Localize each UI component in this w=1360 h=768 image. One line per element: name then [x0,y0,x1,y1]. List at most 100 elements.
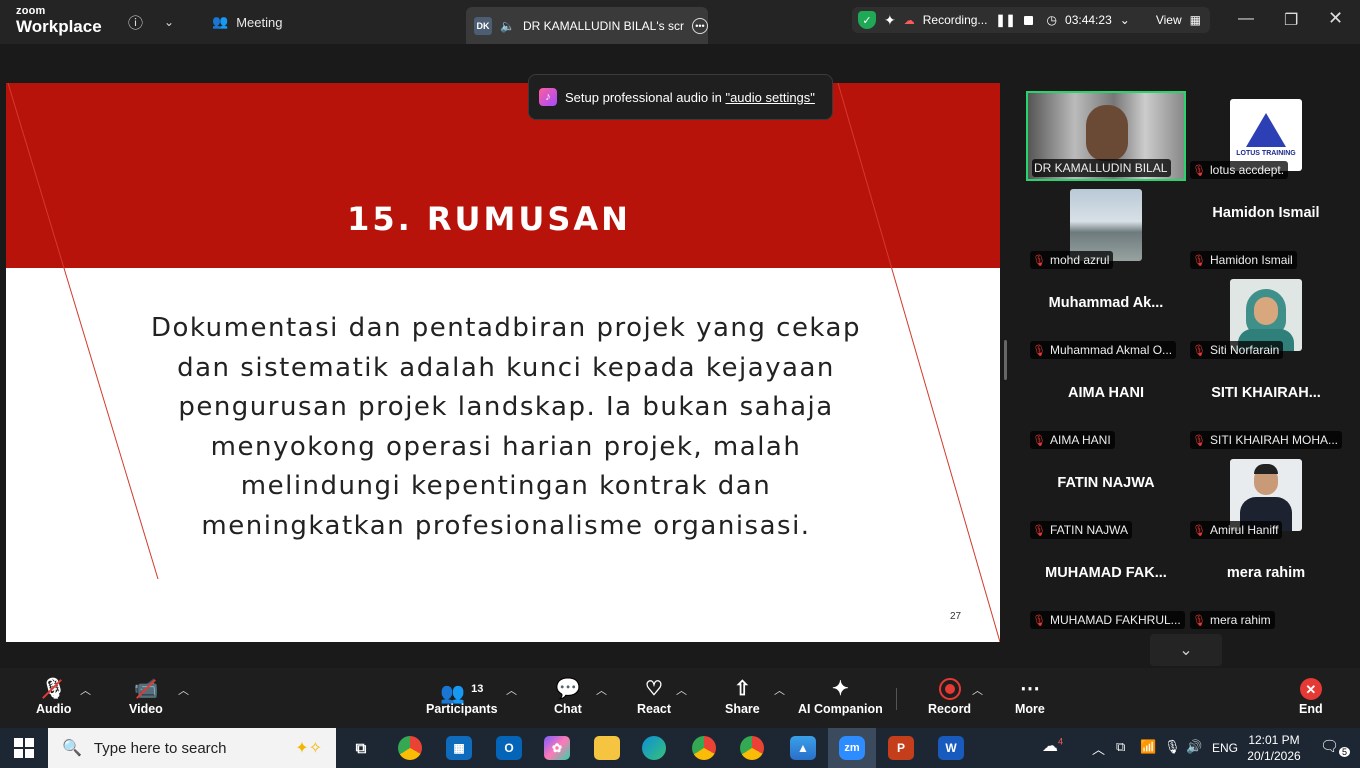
participant-tile[interactable]: MUHAMAD FAK... 🎙 MUHAMAD FAKHRUL... [1026,541,1186,631]
participant-label: 🎙 AIMA HANI [1030,431,1115,449]
end-meeting-icon: ✕ [1299,676,1322,702]
participant-tile[interactable]: 🎙 Siti Norfarain [1186,271,1346,361]
network-icon[interactable]: 📶 [1140,739,1156,755]
taskbar-search[interactable]: 🔍 Type here to search ✦✧ [48,728,336,768]
mic-muted-icon: 🎙 [1192,164,1206,177]
participants-button[interactable]: 👥 13 Participants [426,676,498,716]
cloud-record-icon: ☁ [903,14,915,27]
copilot-icon[interactable]: ✿ [544,736,570,760]
pause-recording-icon[interactable]: ❚❚ [995,13,1015,27]
chat-options-caret[interactable]: ︿ [596,682,607,698]
chrome-profile-icon[interactable] [692,736,716,760]
more-options-icon[interactable]: ••• [691,17,708,34]
participant-tile[interactable]: LOTUS TRAINING 🎙 lotus accdept. [1186,91,1346,181]
participant-label: 🎙 Siti Norfarain [1190,341,1284,359]
participant-label: 🎙 SITI KHAIRAH MOHA... [1190,431,1343,449]
ai-sparkle-icon[interactable]: ✦ [884,12,896,29]
video-options-caret[interactable]: ︿ [178,682,189,698]
input-language[interactable]: ENG [1212,741,1238,755]
ai-companion-button[interactable]: ✦ AI Companion [798,676,883,716]
participant-tile[interactable]: DR KAMALLUDIN BILAL [1026,91,1186,181]
weather-badge: 4 [1058,736,1064,747]
toast-text: Setup professional audio in [565,89,726,105]
mic-muted-icon: 🎙 [1032,254,1046,267]
view-button[interactable]: View [1156,13,1182,27]
microphone-icon[interactable]: 🎙 [1164,739,1181,755]
powerpoint-icon[interactable]: P [888,736,914,760]
end-button[interactable]: ✕ End [1299,676,1323,716]
share-button[interactable]: ⇧ Share [725,676,760,716]
audio-options-caret[interactable]: ︿ [80,682,91,698]
participant-tile[interactable]: Muhammad Ak... 🎙 Muhammad Akmal O... [1026,271,1186,361]
participants-options-caret[interactable]: ︿ [506,682,517,698]
mic-muted-icon: 🎙 [1192,434,1206,447]
file-explorer-icon[interactable] [594,736,620,760]
participants-label: Participants [426,702,498,716]
participant-tile[interactable]: 🎙 mohd azrul [1026,181,1186,271]
word-icon[interactable]: W [938,736,964,760]
react-button[interactable]: ♡ React [637,676,671,716]
chevron-down-icon: ⌄ [1179,642,1193,659]
heart-icon: ♡ [645,678,663,700]
show-hidden-icons-icon[interactable]: ︿ [1092,739,1105,758]
mic-muted-icon: 🎙 [1032,614,1046,627]
chevron-down-icon[interactable]: ⌄ [1120,13,1130,27]
chevron-down-icon[interactable]: ⌄ [164,15,174,29]
microsoft-store-icon[interactable]: ▦ [446,736,472,760]
more-button[interactable]: ⋯ More [1015,676,1045,716]
taskbar-clock[interactable]: 12:01 PM 20/1/2026 [1246,732,1302,764]
participant-tile[interactable]: FATIN NAJWA 🎙 FATIN NAJWA [1026,451,1186,541]
windows-start-icon[interactable] [14,738,34,758]
participant-tile[interactable]: AIMA HANI 🎙 AIMA HANI [1026,361,1186,451]
share-options-caret[interactable]: ︿ [774,682,785,698]
grid-view-icon[interactable]: ▦ [1190,13,1201,27]
chat-button[interactable]: 💬 Chat [554,676,582,716]
chrome-profile-icon[interactable] [740,736,764,760]
stop-recording-icon[interactable] [1023,15,1033,25]
notifications-icon[interactable]: 🗨 5 [1320,737,1351,757]
react-options-caret[interactable]: ︿ [676,682,687,698]
meeting-menu[interactable]: 👥 Meeting [212,14,282,30]
task-view-icon[interactable]: ⧉ [348,736,374,760]
video-button[interactable]: 📹 Video [129,676,163,716]
participant-label: 🎙 Hamidon Ismail [1190,251,1297,269]
mic-muted-icon: 🎙 [1192,614,1206,627]
photos-icon[interactable]: ▲ [790,736,816,760]
maximize-icon[interactable]: ❐ [1284,10,1298,30]
audio-settings-link[interactable]: "audio settings" [725,90,814,105]
clock-date: 20/1/2026 [1247,749,1301,763]
ai-companion-label: AI Companion [798,702,883,716]
edge-icon[interactable] [642,736,666,760]
participant-tile[interactable]: mera rahim 🎙 mera rahim [1186,541,1346,631]
search-icon: 🔍 [62,740,82,757]
notification-count: 5 [1339,747,1351,757]
lotus-flower-icon [1246,113,1286,147]
recording-label: Recording... [922,13,988,27]
participant-tile[interactable]: SITI KHAIRAH... 🎙 SITI KHAIRAH MOHA... [1186,361,1346,451]
participant-name: Muhammad Akmal O... [1050,343,1173,357]
share-title: DR KAMALLUDIN BILAL's scr [522,18,684,33]
participant-tile[interactable]: 🎙 Amirul Haniff [1186,451,1346,541]
zoom-app-icon[interactable]: zm [839,736,865,760]
audio-label: Audio [36,702,72,716]
chrome-icon[interactable] [398,736,422,760]
record-options-caret[interactable]: ︿ [972,682,983,698]
info-icon[interactable]: ⓘ [128,12,143,33]
mic-muted-icon: 🎙 [1032,524,1046,537]
slide-body-text: Dokumentasi dan pentadbiran projek yang … [151,313,861,541]
audio-button[interactable]: 🎙 Audio [36,676,71,716]
audio-settings-toast[interactable]: ♪ Setup professional audio in "audio set… [528,74,833,120]
close-icon[interactable]: ✕ [1328,8,1343,29]
participant-tile[interactable]: Hamidon Ismail 🎙 Hamidon Ismail [1186,181,1346,271]
weather-icon[interactable]: ☁4 [1042,736,1063,756]
security-shield-icon[interactable]: ✓ [858,11,876,29]
volume-icon[interactable]: 🔊 [1186,739,1202,755]
meet-now-icon[interactable]: ⧉ [1116,739,1125,755]
panel-resize-handle[interactable] [1004,340,1007,380]
gallery-scroll-down-button[interactable]: ⌄ [1150,634,1222,666]
record-button[interactable]: Record [928,676,971,716]
outlook-icon[interactable]: O [496,736,522,760]
title-bar: zoom Workplace ⓘ ⌄ 👥 Meeting DK 🔈 DR KAM… [0,0,1360,44]
minimize-icon[interactable]: — [1238,10,1254,28]
screen-share-tab[interactable]: DK 🔈 DR KAMALLUDIN BILAL's scr ••• [466,7,708,44]
